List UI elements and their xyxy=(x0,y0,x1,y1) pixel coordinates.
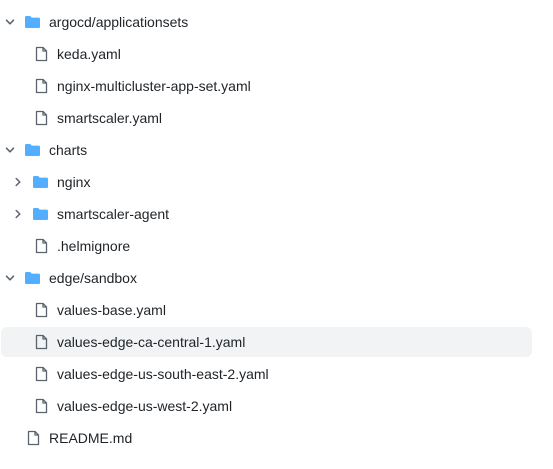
tree-item-values-base-yaml[interactable]: values-base.yaml xyxy=(0,296,540,324)
tree-item-values-edge-us-west-2-yaml[interactable]: values-edge-us-west-2.yaml xyxy=(0,392,540,420)
chevron-down-icon[interactable] xyxy=(3,271,17,285)
chevron-down-icon[interactable] xyxy=(3,143,17,157)
file-icon xyxy=(33,46,50,62)
tree-item-keda-yaml[interactable]: keda.yaml xyxy=(0,40,540,68)
file-icon xyxy=(33,110,50,126)
file-tree: argocd/applicationsets keda.yaml nginx-m… xyxy=(0,0,553,469)
tree-item-label: keda.yaml xyxy=(57,46,121,62)
folder-icon xyxy=(24,270,41,286)
tree-item-charts[interactable]: charts xyxy=(0,136,540,164)
folder-icon xyxy=(32,206,49,222)
tree-item-label: edge/sandbox xyxy=(49,270,137,286)
file-icon xyxy=(33,334,50,350)
tree-item-nginx[interactable]: nginx xyxy=(0,168,540,196)
tree-item-label: values-edge-ca-central-1.yaml xyxy=(57,334,246,350)
file-icon xyxy=(33,302,50,318)
tree-item-label: smartscaler.yaml xyxy=(57,110,163,126)
tree-item-values-edge-us-south-east-2-yaml[interactable]: values-edge-us-south-east-2.yaml xyxy=(0,360,540,388)
tree-item-nginx-multicluster-app-set-yaml[interactable]: nginx-multicluster-app-set.yaml xyxy=(0,72,540,100)
file-icon xyxy=(33,366,50,382)
file-icon xyxy=(33,398,50,414)
file-icon xyxy=(33,78,50,94)
tree-item-label: values-edge-us-south-east-2.yaml xyxy=(57,366,269,382)
tree-item-label: README.md xyxy=(49,430,133,446)
tree-item-smartscaler-yaml[interactable]: smartscaler.yaml xyxy=(0,104,540,132)
tree-item-label: values-base.yaml xyxy=(57,302,166,318)
tree-item-label: nginx-multicluster-app-set.yaml xyxy=(57,78,251,94)
tree-item-label: .helmignore xyxy=(57,238,131,254)
tree-item-argocd-applicationsets[interactable]: argocd/applicationsets xyxy=(0,8,540,36)
tree-item-label: argocd/applicationsets xyxy=(49,14,189,30)
folder-icon xyxy=(32,174,49,190)
file-icon xyxy=(25,430,42,446)
tree-item-smartscaler-agent[interactable]: smartscaler-agent xyxy=(0,200,540,228)
tree-item-readme-md[interactable]: README.md xyxy=(0,424,540,452)
tree-item-label: nginx xyxy=(57,174,91,190)
tree-item-label: charts xyxy=(49,142,88,158)
tree-item-label: smartscaler-agent xyxy=(57,206,170,222)
chevron-right-icon[interactable] xyxy=(11,207,25,221)
tree-item-label: values-edge-us-west-2.yaml xyxy=(57,398,233,414)
chevron-down-icon[interactable] xyxy=(3,15,17,29)
chevron-right-icon[interactable] xyxy=(11,175,25,189)
tree-item-helmignore[interactable]: .helmignore xyxy=(0,232,540,260)
folder-icon xyxy=(24,142,41,158)
tree-item-values-edge-ca-central-1-yaml[interactable]: values-edge-ca-central-1.yaml xyxy=(1,327,532,357)
folder-icon xyxy=(24,14,41,30)
tree-item-edge-sandbox[interactable]: edge/sandbox xyxy=(0,264,540,292)
file-icon xyxy=(33,238,50,254)
